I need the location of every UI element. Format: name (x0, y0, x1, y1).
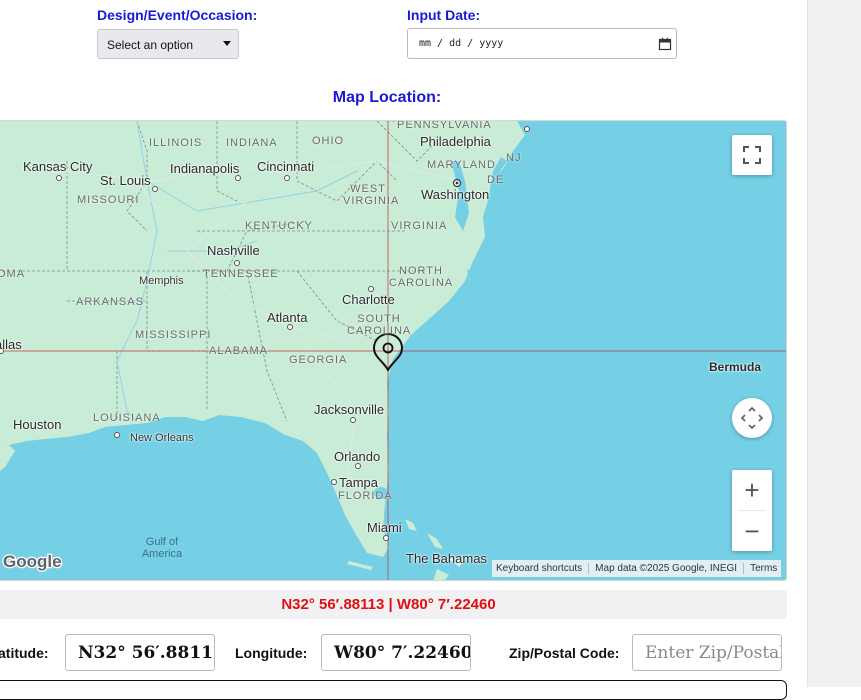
map-label: New Orleans (130, 432, 194, 444)
design-event-select[interactable]: Select an option (97, 29, 239, 59)
design-event-label: Design/Event/Occasion: (97, 7, 258, 23)
keyboard-shortcuts-link[interactable]: Keyboard shortcuts (496, 563, 582, 574)
terms-link[interactable]: Terms (750, 563, 777, 574)
date-placeholder: mm / dd / yyyy (419, 38, 504, 49)
state-label: INDIANA (226, 137, 278, 149)
zip-label: Zip/Postal Code: (509, 645, 620, 661)
input-date-label: Input Date: (407, 7, 481, 23)
zip-input[interactable]: Enter Zip/Postal Code (632, 634, 782, 671)
state-label: PENNSYLVANIA (397, 120, 492, 131)
next-section-box (0, 680, 787, 700)
calendar-icon[interactable] (658, 37, 672, 51)
location-pin-icon[interactable] (371, 333, 405, 373)
map-label: Charlotte (342, 292, 395, 307)
map-attribution: Keyboard shortcuts Map data ©2025 Google… (492, 560, 782, 577)
water-label: Gulf of America (141, 536, 183, 560)
fullscreen-button[interactable] (732, 135, 772, 175)
map-label: Kansas City (23, 159, 93, 174)
state-label: MISSOURI (77, 194, 140, 206)
state-label: VIRGINIA (391, 220, 448, 232)
map-location-title: Map Location: (332, 89, 442, 106)
camera-control-button[interactable] (732, 398, 772, 438)
latitude-label: atitude: (0, 645, 49, 661)
date-input[interactable]: mm / dd / yyyy (407, 28, 677, 59)
map-label: Washington (421, 187, 490, 202)
state-label: OHIO (312, 135, 345, 147)
map-data-text: Map data ©2025 Google, INEGI (595, 563, 738, 574)
map-label: Cincinnati (257, 159, 315, 174)
design-select-value: Select an option (107, 38, 194, 52)
map-label: Houston (13, 417, 62, 432)
map-label: Tampa (339, 475, 379, 490)
state-label: KENTUCKY (245, 220, 313, 232)
map-label: Orlando (334, 449, 381, 464)
map-label: Atlanta (267, 310, 308, 325)
divider (743, 563, 745, 574)
chevron-down-icon (223, 41, 231, 46)
state-label: OMA (0, 268, 26, 280)
state-label: SOUTH CAROLINA (347, 313, 412, 337)
map-label: Nashville (207, 243, 260, 258)
page-scroll-gutter (807, 0, 861, 687)
longitude-input[interactable]: W80° 7′.22460 (321, 634, 471, 671)
map-label: The Bahamas (406, 551, 487, 566)
state-label: DE (487, 174, 505, 186)
state-label: NORTH CAROLINA (388, 265, 454, 289)
map-label: Memphis (139, 275, 184, 287)
map-label: Jacksonville (314, 402, 385, 417)
zoom-out-button[interactable]: − (732, 511, 772, 551)
coordinate-display: N32° 56′.88113 | W80° 7′.22460 (0, 590, 787, 619)
state-label: ALABAMA (209, 345, 268, 357)
camera-move-icon (740, 406, 764, 430)
longitude-label: Longitude: (235, 645, 308, 661)
map-label: Indianapolis (170, 161, 240, 176)
map-label: allas (0, 337, 22, 352)
state-label: ILLINOIS (149, 137, 203, 149)
state-label: TENNESSEE (203, 268, 279, 280)
state-label: LOUISIANA (93, 412, 161, 424)
map-label: St. Louis (100, 173, 151, 188)
latitude-input[interactable]: N32° 56′.88113 (65, 634, 215, 671)
map-label: Miami (367, 520, 402, 535)
state-label: GEORGIA (289, 354, 348, 366)
state-label: WEST VIRGINIA (343, 183, 400, 207)
map-view[interactable]: Google Kansas City St. Louis Indianapoli… (0, 120, 787, 581)
zoom-control: + − (732, 470, 772, 551)
fullscreen-icon (743, 146, 761, 164)
state-label: MISSISSIPPI (135, 329, 212, 341)
map-label: Philadelphia (420, 134, 491, 149)
divider (588, 563, 590, 574)
state-label: MARYLAND (427, 159, 496, 171)
map-label: Bermuda (709, 360, 762, 374)
state-label: NJ (506, 152, 522, 164)
zoom-in-button[interactable]: + (732, 470, 772, 510)
state-label: FLORIDA (338, 490, 393, 502)
state-label: ARKANSAS (76, 296, 144, 308)
